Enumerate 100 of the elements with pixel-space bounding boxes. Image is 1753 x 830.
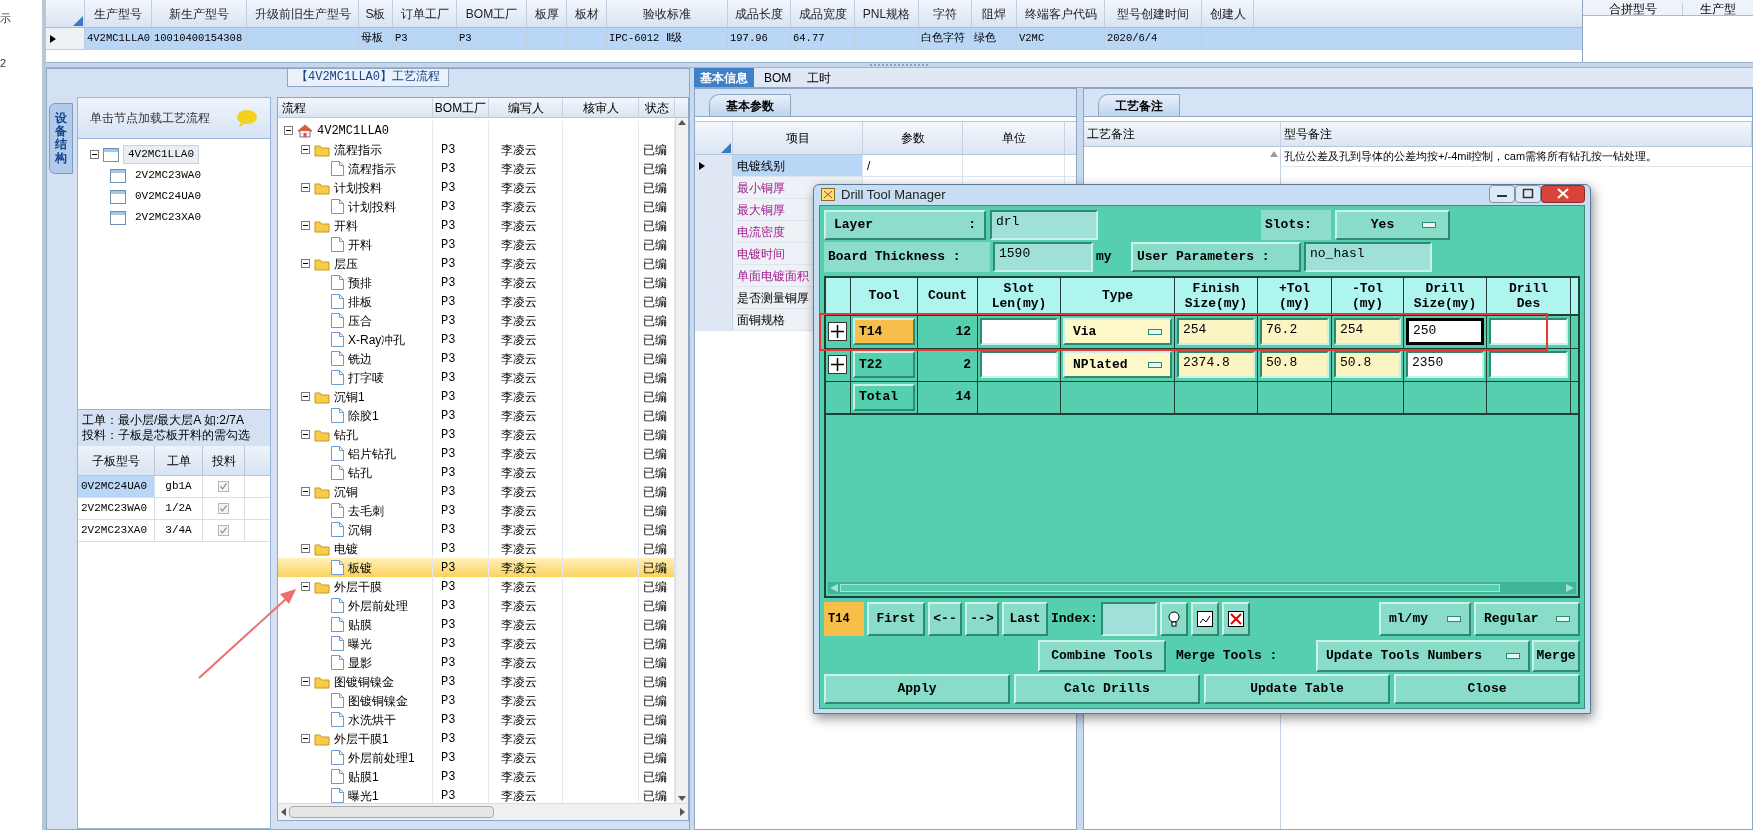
tree-item[interactable]: 2V2MC23WA0: [130, 166, 206, 185]
column-header[interactable]: BOM工厂: [457, 0, 527, 27]
drill-size-field[interactable]: 2350: [1406, 351, 1484, 378]
tree-row[interactable]: 贴膜 P3 李凌云 已编: [278, 615, 675, 634]
tab[interactable]: 基本信息: [694, 68, 754, 87]
table-cell[interactable]: 0V2MC24UA0: [78, 476, 155, 497]
table-row[interactable]: 4V2MC1LLA0 10010400154308 母板 P3 P3 IPC-6012 Ⅱ级 197.96 64.77 白色字符 绿色 V2MC 2020/6/4: [46, 28, 1582, 50]
maximize-icon[interactable]: [1515, 185, 1541, 203]
collapse-icon[interactable]: [90, 150, 99, 159]
nav-button[interactable]: -->: [965, 601, 999, 636]
expand-icon[interactable]: [828, 322, 847, 341]
column-header[interactable]: S板: [359, 0, 393, 27]
column-header[interactable]: 型号创建时间: [1105, 0, 1202, 27]
tree-row[interactable]: 图镀铜镍金 P3 李凌云 已编: [278, 691, 675, 710]
table-cell[interactable]: 2V2MC23WA0: [78, 498, 155, 519]
collapse-icon[interactable]: [301, 734, 310, 743]
collapse-icon[interactable]: [284, 126, 293, 135]
column-header[interactable]: PNL规格: [855, 0, 919, 27]
collapse-icon[interactable]: [301, 487, 310, 496]
tree-item[interactable]: 2V2MC23XA0: [130, 208, 206, 227]
column-header[interactable]: 型号备注: [1281, 122, 1752, 146]
column-header[interactable]: 字符: [919, 0, 972, 27]
tree-row[interactable]: 预排 P3 李凌云 已编: [278, 273, 675, 292]
tree-row[interactable]: 层压 P3 李凌云 已编: [278, 254, 675, 273]
minimize-icon[interactable]: [1489, 185, 1515, 203]
column-header[interactable]: 单位: [963, 122, 1065, 154]
tree-row[interactable]: 开料 P3 李凌云 已编: [278, 235, 675, 254]
thickness-field[interactable]: 1590: [993, 241, 1093, 272]
plus-tolerance-field[interactable]: 50.8: [1260, 351, 1329, 378]
tree-row[interactable]: 水洗烘干 P3 李凌云 已编: [278, 710, 675, 729]
collapse-icon[interactable]: [301, 221, 310, 230]
horizontal-scrollbar[interactable]: [828, 581, 1576, 594]
column-header[interactable]: 新生产型号: [152, 0, 247, 27]
collapse-icon[interactable]: [301, 677, 310, 686]
tree-row[interactable]: 除胶1 P3 李凌云 已编: [278, 406, 675, 425]
tree-item[interactable]: 0V2MC24UA0: [130, 187, 206, 206]
column-header[interactable]: 成品长度: [728, 0, 791, 27]
bulb-button[interactable]: [1159, 601, 1188, 636]
tree-item[interactable]: 4V2MC1LLA0: [123, 145, 199, 164]
tree-row[interactable]: 沉铜 P3 李凌云 已编: [278, 520, 675, 539]
minus-tolerance-field[interactable]: 50.8: [1334, 351, 1401, 378]
drill-description-field[interactable]: [1489, 318, 1568, 345]
scroll-left-icon[interactable]: [281, 808, 286, 816]
tab[interactable]: 工时: [801, 68, 838, 87]
tree-row[interactable]: 外层干膜1 P3 李凌云 已编: [278, 729, 675, 748]
plus-tolerance-field[interactable]: 76.2: [1260, 318, 1329, 345]
picture-button[interactable]: [1190, 601, 1219, 636]
checkbox[interactable]: [218, 481, 229, 492]
dropdown[interactable]: NPlated: [1063, 351, 1172, 378]
scrollbar-thumb[interactable]: [840, 583, 1500, 592]
column-header[interactable]: 升级前旧生产型号: [247, 0, 359, 27]
panel-tab[interactable]: 工艺备注: [1098, 94, 1180, 116]
tree-row[interactable]: 外层前处理1 P3 李凌云 已编: [278, 748, 675, 767]
action-button[interactable]: Calc Drills: [1014, 673, 1200, 704]
column-header[interactable]: 状态: [639, 98, 675, 117]
scroll-down-icon[interactable]: [678, 796, 686, 801]
table-cell[interactable]: 2V2MC23XA0: [78, 520, 155, 541]
drill-size-field[interactable]: 250: [1406, 318, 1484, 345]
finish-size-field[interactable]: 254: [1177, 318, 1255, 345]
collapse-icon[interactable]: [301, 145, 310, 154]
tree-row[interactable]: 开料 P3 李凌云 已编: [278, 216, 675, 235]
column-header[interactable]: 投料: [203, 446, 245, 475]
collapse-icon[interactable]: [301, 582, 310, 591]
collapse-icon[interactable]: [301, 430, 310, 439]
checkbox[interactable]: [218, 525, 229, 536]
tree-row[interactable]: 曝光 P3 李凌云 已编: [278, 634, 675, 653]
tree-row[interactable]: 显影 P3 李凌云 已编: [278, 653, 675, 672]
column-header[interactable]: 阻焊: [972, 0, 1017, 27]
column-header[interactable]: BOM工厂: [433, 98, 489, 117]
total-button[interactable]: Total: [853, 383, 915, 411]
checkbox[interactable]: [218, 503, 229, 514]
action-button[interactable]: Update Table: [1204, 673, 1390, 704]
tree-row[interactable]: 计划投料 P3 李凌云 已编: [278, 178, 675, 197]
column-header[interactable]: 生产型: [1683, 3, 1753, 15]
slot-length-field[interactable]: [980, 351, 1058, 378]
tree-row[interactable]: 贴膜1 P3 李凌云 已编: [278, 767, 675, 786]
scroll-up-icon[interactable]: [1270, 151, 1278, 157]
tree-row[interactable]: 铝片钻孔 P3 李凌云 已编: [278, 444, 675, 463]
column-header[interactable]: 板厚: [527, 0, 567, 27]
collapse-icon[interactable]: [301, 183, 310, 192]
tree-row[interactable]: 去毛刺 P3 李凌云 已编: [278, 501, 675, 520]
tree-row[interactable]: 沉铜1 P3 李凌云 已编: [278, 387, 675, 406]
column-header[interactable]: 合拼型号: [1583, 3, 1683, 15]
user-parameters-button[interactable]: User Parameters :: [1131, 241, 1301, 272]
column-header[interactable]: 流程: [278, 98, 433, 117]
dropdown[interactable]: Via: [1063, 318, 1172, 345]
dropdown[interactable]: Yes: [1335, 209, 1450, 240]
dropdown[interactable]: Update Tools Numbers: [1316, 639, 1530, 672]
merge-button[interactable]: Merge: [1532, 639, 1580, 672]
tree-row[interactable]: 图镀铜镍金 P3 李凌云 已编: [278, 672, 675, 691]
nav-button[interactable]: First: [867, 601, 925, 636]
panel-tab[interactable]: 基本参数: [709, 94, 791, 116]
tree-row[interactable]: 流程指示 P3 李凌云 已编: [278, 159, 675, 178]
scroll-right-icon[interactable]: [680, 808, 685, 816]
column-header[interactable]: 成品宽度: [791, 0, 855, 27]
combine-tools-button[interactable]: Combine Tools: [1038, 639, 1166, 672]
tree-row[interactable]: 4V2MC1LLA0: [278, 121, 675, 140]
column-header[interactable]: 生产型号: [85, 0, 152, 27]
column-header[interactable]: 核审人: [563, 98, 639, 117]
finish-size-field[interactable]: 2374.8: [1177, 351, 1255, 378]
